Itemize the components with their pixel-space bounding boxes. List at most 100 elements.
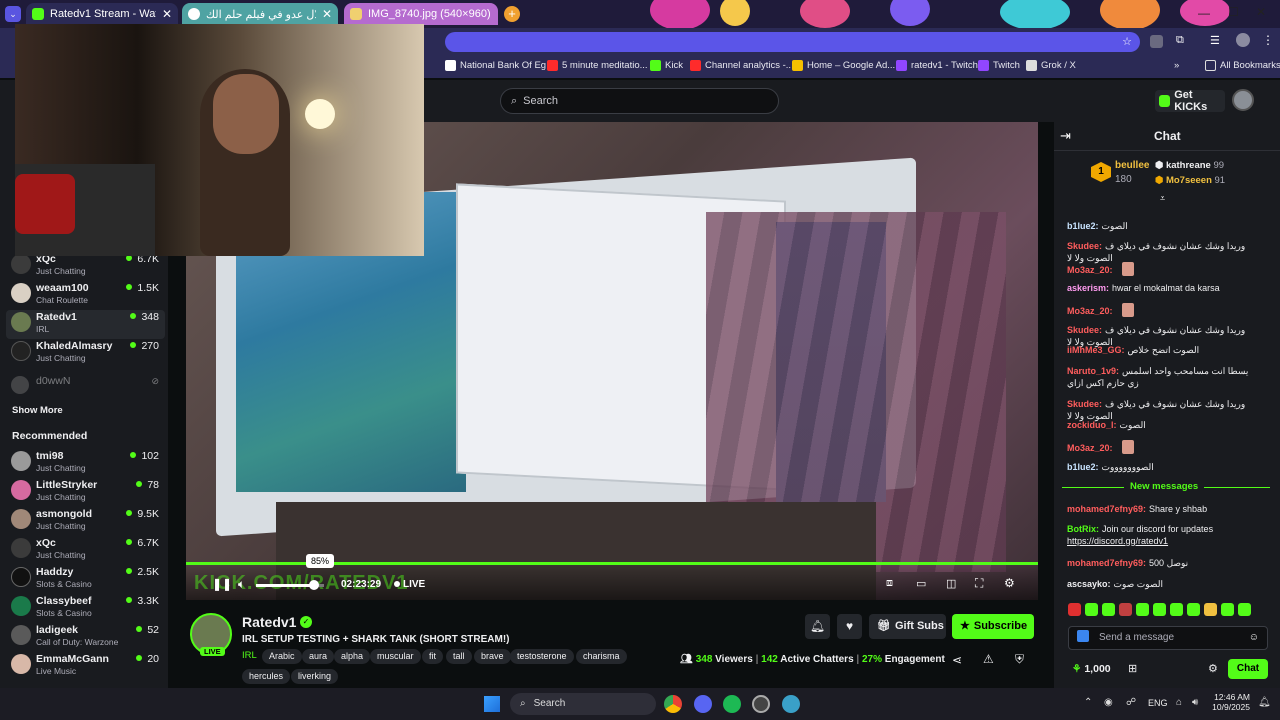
notification-bell-button[interactable]: 🔔︎ xyxy=(805,614,830,639)
fullscreen-icon[interactable]: ⛶ xyxy=(975,576,983,591)
chat-username[interactable]: zockiduo_l: xyxy=(1067,420,1117,430)
mod-tools-icon[interactable]: ⛨ xyxy=(1015,652,1024,667)
stream-tag[interactable]: aura xyxy=(302,649,335,664)
close-icon[interactable]: ✕ xyxy=(491,7,498,21)
chat-username[interactable]: Naruto_1v9: xyxy=(1067,366,1119,376)
emote-icon[interactable] xyxy=(1102,603,1115,616)
chat-username[interactable]: Mo3az_20: xyxy=(1067,306,1113,316)
stream-tag[interactable]: Arabic xyxy=(262,649,302,664)
bookmark-item[interactable]: Home – Google Ad... xyxy=(792,60,895,71)
channel-points[interactable]: ⚘ 1,000 xyxy=(1072,663,1111,675)
chat-username[interactable]: Skudee: xyxy=(1067,325,1102,335)
chrome-app-icon[interactable] xyxy=(664,695,682,713)
chat-username[interactable]: b1lue2: xyxy=(1067,221,1099,231)
follow-heart-button[interactable]: ♥ xyxy=(837,614,862,639)
chat-message-input[interactable]: Send a message ☺ xyxy=(1068,626,1268,650)
stream-tag[interactable]: testosterone xyxy=(510,649,574,664)
channel-name[interactable]: Ratedv1 xyxy=(242,614,296,630)
chat-username[interactable]: Skudee: xyxy=(1067,241,1102,251)
emote-icon[interactable] xyxy=(1085,603,1098,616)
search-input[interactable]: ⌕ Search xyxy=(500,88,779,114)
clip-icon[interactable]: ⧈ xyxy=(886,577,893,590)
report-warning-icon[interactable]: ⚠ xyxy=(983,652,994,666)
theater-mode-icon[interactable]: ▭ xyxy=(916,577,926,590)
browser-app-icon[interactable] xyxy=(782,695,800,713)
close-icon[interactable]: ✕ xyxy=(156,7,172,21)
stream-tag[interactable]: fit xyxy=(422,649,444,664)
collapse-chat-icon[interactable]: ⇥ xyxy=(1060,128,1071,144)
stream-tag[interactable]: alpha xyxy=(334,649,371,664)
bookmark-item[interactable]: Grok / X xyxy=(1026,60,1076,71)
gift-box-icon[interactable]: ⊞ xyxy=(1128,662,1137,675)
leaderboard-name[interactable]: beullee xyxy=(1115,160,1149,171)
emote-icon[interactable] xyxy=(1221,603,1234,616)
discord-app-icon[interactable] xyxy=(694,695,712,713)
sidebar-recommended-item[interactable]: LittleStryker Just Chatting 78 xyxy=(10,478,165,507)
close-window-button[interactable]: ✕ xyxy=(1256,5,1266,19)
clock[interactable]: 12:46 AM 10/9/2025 xyxy=(1210,692,1250,712)
maximize-button[interactable]: ☐ xyxy=(1228,5,1239,19)
sidebar-recommended-item[interactable]: Haddzy Slots & Casino 2.5K xyxy=(10,565,165,594)
volume-icon[interactable]: 🔊︎ xyxy=(1192,697,1198,708)
chat-username[interactable]: mohamed7efny69: xyxy=(1067,504,1146,514)
bookmark-item[interactable]: ratedv1 - Twitch xyxy=(896,60,978,71)
send-chat-button[interactable]: Chat xyxy=(1228,659,1268,679)
subscribe-button[interactable]: ★ Subscribe xyxy=(952,614,1034,639)
bookmark-item[interactable]: Channel analytics -... xyxy=(690,60,794,71)
chat-username[interactable]: BotRix: xyxy=(1067,524,1099,534)
tray-overflow-icon[interactable]: ⌃ xyxy=(1084,697,1092,708)
tab-image[interactable]: IMG_8740.jpg (540×960) ✕ xyxy=(344,3,498,25)
emote-icon[interactable] xyxy=(1170,603,1183,616)
emoji-picker-icon[interactable]: ☺ xyxy=(1249,627,1259,649)
sidebar-recommended-item[interactable]: xQc Just Chatting 6.7K xyxy=(10,536,165,565)
share-icon[interactable]: ⋖ xyxy=(952,653,962,667)
leaderboard-entry[interactable]: ⬢ kathreane 99 xyxy=(1155,160,1224,171)
sidebar-channel-weaam100[interactable]: weaam100 Chat Roulette 1.5K xyxy=(10,281,165,310)
bookmark-item[interactable]: Kick xyxy=(650,60,683,71)
stream-tag[interactable]: muscular xyxy=(370,649,421,664)
extensions-puzzle-icon[interactable]: ⧉ xyxy=(1176,34,1184,47)
spotify-app-icon[interactable] xyxy=(723,695,741,713)
stream-category-link[interactable]: IRL xyxy=(242,650,257,661)
emote-icon[interactable] xyxy=(1153,603,1166,616)
notification-bell-icon[interactable]: 🔔︎ xyxy=(1258,697,1271,708)
windows-start-icon[interactable] xyxy=(484,696,500,712)
emote-icon[interactable] xyxy=(1068,603,1081,616)
stream-tag[interactable]: brave xyxy=(474,649,511,664)
chat-username[interactable]: Mo3az_20: xyxy=(1067,443,1113,453)
chat-username[interactable]: ascsayko: xyxy=(1067,579,1111,589)
bookmark-star-icon[interactable]: ☆ xyxy=(1122,35,1132,48)
stream-tag[interactable]: hercules xyxy=(242,669,291,684)
volume-icon[interactable]: 🔈︎ xyxy=(238,577,245,592)
picture-in-picture-icon[interactable]: ◫ xyxy=(946,577,956,590)
user-avatar[interactable] xyxy=(1232,89,1254,111)
chat-username[interactable]: askerism: xyxy=(1067,283,1109,293)
sidebar-channel-ratedv1[interactable]: Ratedv1 IRL 348 xyxy=(6,310,165,339)
chat-username[interactable]: mohamed7efny69: xyxy=(1067,558,1146,568)
emote-icon[interactable] xyxy=(1187,603,1200,616)
chat-username[interactable]: iiMhMe3_GG: xyxy=(1067,345,1125,355)
taskbar-search-input[interactable]: ⌕ Search xyxy=(510,693,656,715)
reading-list-icon[interactable]: ☰ xyxy=(1210,34,1220,47)
sidebar-channel-xqc[interactable]: xQc Just Chatting 6.7K xyxy=(10,252,165,281)
emote-icon[interactable] xyxy=(1238,603,1251,616)
chat-username[interactable]: Skudee: xyxy=(1067,399,1102,409)
sidebar-channel-khaledalmasry[interactable]: KhaledAlmasry Just Chatting 270 xyxy=(10,339,165,368)
leaderboard-entry[interactable]: ⬢ Mo7seeen 91 xyxy=(1155,175,1225,186)
extension-icon[interactable] xyxy=(1150,35,1163,48)
emote-icon[interactable] xyxy=(1204,603,1217,616)
kebab-menu-icon[interactable]: ⋮ xyxy=(1262,33,1274,47)
tab-kick-stream[interactable]: Ratedv1 Stream - Watch Li... ✕ xyxy=(26,3,178,25)
sidebar-channel-offline[interactable]: d0wwN ⊘ xyxy=(10,374,165,403)
all-bookmarks[interactable]: All Bookmarks xyxy=(1205,60,1280,71)
gift-subs-button[interactable]: 🎁︎ Gift Subs xyxy=(869,614,946,639)
pause-button[interactable]: ❚❚ xyxy=(212,577,232,591)
tab-search-button[interactable]: ⌄ xyxy=(5,6,21,22)
stream-tag[interactable]: tall xyxy=(446,649,472,664)
emote-icon[interactable] xyxy=(1136,603,1149,616)
sidebar-recommended-item[interactable]: ladigeek Call of Duty: Warzone 52 xyxy=(10,623,165,652)
expand-leaderboard-icon[interactable]: ⩡ xyxy=(1160,193,1165,204)
profile-avatar[interactable] xyxy=(1236,33,1250,47)
stream-tag[interactable]: liverking xyxy=(291,669,339,684)
tray-app-icon[interactable]: ☍ xyxy=(1126,697,1136,708)
